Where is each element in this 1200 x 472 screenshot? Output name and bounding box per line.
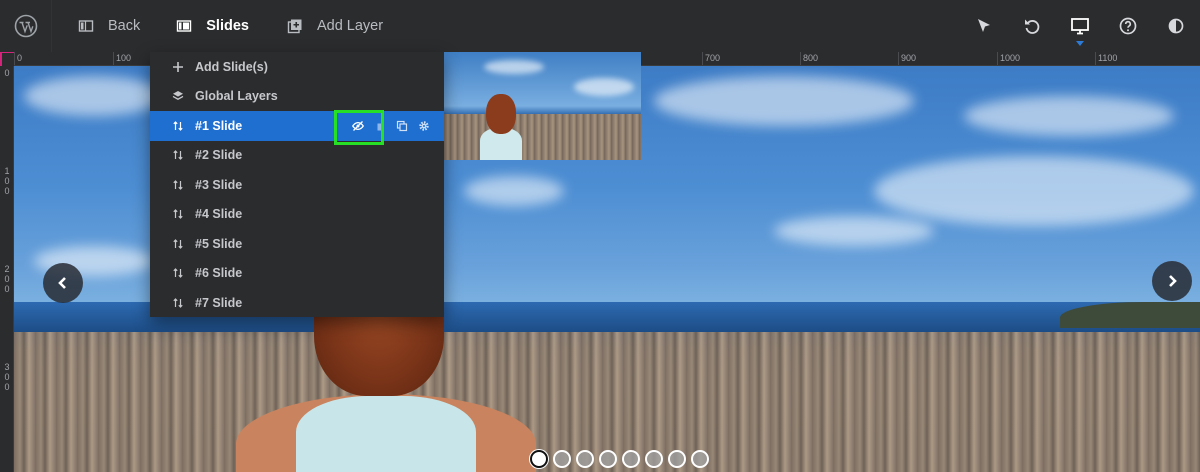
desktop-view-button[interactable]	[1056, 0, 1104, 52]
reorder-icon	[171, 207, 185, 221]
toolbar-right-icons	[960, 0, 1200, 52]
ruler-tick: 800	[803, 53, 819, 63]
slide-bullet[interactable]	[691, 450, 709, 468]
ruler-tick: 700	[705, 53, 721, 63]
chevron-right-icon	[1169, 275, 1177, 287]
reorder-icon	[171, 148, 185, 162]
back-button[interactable]: Back	[52, 0, 154, 52]
reorder-icon	[171, 266, 185, 280]
active-view-marker	[1076, 41, 1084, 46]
slide-item-4[interactable]: #4 Slide	[150, 200, 444, 230]
slide-item-2[interactable]: #2 Slide	[150, 141, 444, 171]
desktop-icon	[1071, 18, 1089, 35]
add-layer-button[interactable]: Add Layer	[263, 0, 397, 52]
wordpress-logo[interactable]	[0, 0, 52, 52]
wordpress-icon	[14, 14, 37, 38]
slide-bullet[interactable]	[599, 450, 617, 468]
help-icon	[1119, 17, 1137, 35]
ruler-tick: 100	[4, 166, 10, 196]
slide-bullets	[530, 450, 709, 468]
slide-label: #1 Slide	[195, 118, 243, 133]
gear-icon	[419, 121, 429, 131]
slides-dropdown-menu: Add Slide(s) Global Layers #1 Slide #2 S…	[150, 52, 444, 317]
slide-bullet[interactable]	[622, 450, 640, 468]
top-toolbar: Back Slides Add Layer	[0, 0, 1200, 52]
help-button[interactable]	[1104, 0, 1152, 52]
ruler-tick: 0	[4, 68, 10, 78]
cursor-icon	[978, 19, 990, 32]
next-slide-arrow[interactable]	[1152, 261, 1192, 301]
columns-icon	[78, 20, 94, 32]
ruler-corner	[0, 52, 14, 66]
ruler-tick: 900	[901, 53, 917, 63]
reorder-icon	[171, 178, 185, 192]
slide-label: #4 Slide	[195, 207, 243, 222]
slide-label: #5 Slide	[195, 236, 243, 251]
contrast-button[interactable]	[1152, 0, 1200, 52]
ruler-tick: 200	[4, 264, 10, 294]
slides-icon	[177, 20, 192, 32]
slide-item-6[interactable]: #6 Slide	[150, 259, 444, 289]
reorder-icon	[171, 296, 185, 310]
slide-item-1[interactable]: #1 Slide	[150, 111, 444, 141]
plus-icon	[171, 60, 185, 74]
slides-label: Slides	[206, 18, 249, 34]
layers-icon	[171, 89, 185, 103]
add-layer-icon	[287, 19, 302, 34]
global-layers-label: Global Layers	[195, 89, 278, 104]
slider-editor: Back Slides Add Layer 0 100 700 800 900 …	[0, 0, 1200, 472]
slide-label: #2 Slide	[195, 148, 243, 163]
slide-item-3[interactable]: #3 Slide	[150, 170, 444, 200]
ruler-tick: 0	[17, 53, 23, 63]
undo-icon	[1025, 19, 1040, 34]
contrast-icon	[1168, 18, 1184, 34]
slide-bullet[interactable]	[645, 450, 663, 468]
slide-bullet[interactable]	[530, 450, 548, 468]
select-tool-button[interactable]	[960, 0, 1008, 52]
reorder-icon	[171, 119, 185, 133]
ruler-tick: 100	[116, 53, 132, 63]
slide-label: #7 Slide	[195, 295, 243, 310]
slide-bullet[interactable]	[668, 450, 686, 468]
prev-slide-arrow[interactable]	[43, 263, 83, 303]
reorder-icon	[171, 237, 185, 251]
slides-button[interactable]: Slides	[154, 0, 263, 52]
slide-bullet[interactable]	[576, 450, 594, 468]
slide-settings-button[interactable]	[416, 118, 432, 134]
global-layers-item[interactable]: Global Layers	[150, 82, 444, 112]
back-label: Back	[108, 18, 141, 34]
chevron-left-icon	[58, 277, 66, 289]
ruler-tick: 1100	[1098, 53, 1118, 63]
add-layer-label: Add Layer	[316, 18, 384, 34]
slide-label: #3 Slide	[195, 177, 243, 192]
vertical-ruler: 0 100 200 300	[0, 66, 14, 472]
highlight-box	[334, 110, 384, 145]
ruler-tick: 1000	[1000, 53, 1021, 63]
slide-item-5[interactable]: #5 Slide	[150, 229, 444, 259]
slide-label: #6 Slide	[195, 266, 243, 281]
slide-item-7[interactable]: #7 Slide	[150, 288, 444, 318]
duplicate-icon	[396, 120, 408, 131]
duplicate-slide-button[interactable]	[394, 118, 410, 134]
add-slide-item[interactable]: Add Slide(s)	[150, 52, 444, 82]
ruler-tick: 300	[4, 362, 10, 392]
slide-thumbnail-preview	[444, 52, 641, 160]
add-slide-label: Add Slide(s)	[195, 59, 268, 74]
slide-bullet[interactable]	[553, 450, 571, 468]
undo-button[interactable]	[1008, 0, 1056, 52]
